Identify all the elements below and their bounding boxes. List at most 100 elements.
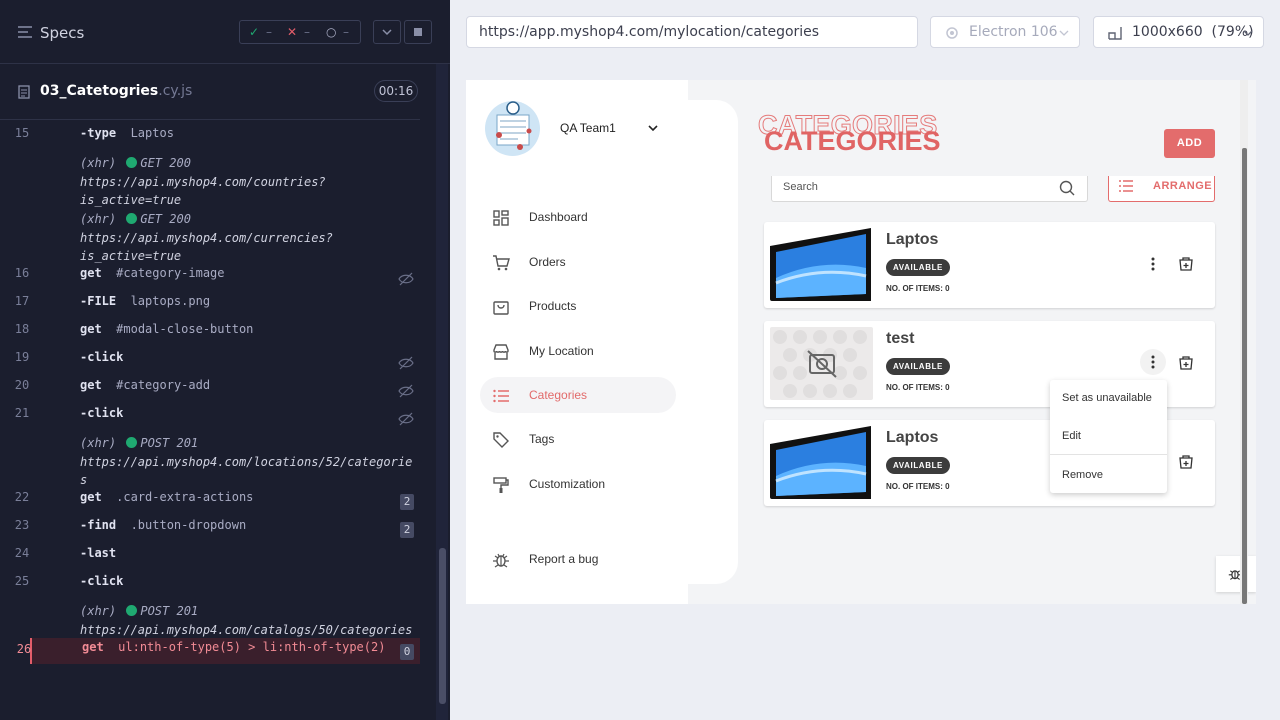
set-unavailable-option[interactable]: Set as unavailable [1062,392,1152,404]
expand-button[interactable] [373,20,401,44]
category-name: test [886,330,915,347]
xhr-row[interactable]: (xhr) POST 201 https://api.myshop4.com/lo… [30,434,420,490]
command-row[interactable]: 20 get #category-add [15,378,420,398]
add-to-cart-icon[interactable] [1178,355,1194,371]
chevron-down-icon[interactable] [648,124,658,132]
app-scrollbar-thumb[interactable] [1242,148,1247,604]
cart-icon [493,255,510,271]
bag-icon [493,301,509,315]
status-badge: AVAILABLE [886,259,950,276]
edit-option[interactable]: Edit [1062,430,1081,442]
command-row[interactable]: 17 -FILE laptops.png [15,294,420,314]
command-row[interactable]: 25 -click [15,574,420,594]
app-frame: QA Team1 Dashboard Orders Products My Lo… [466,80,1256,604]
url-bar[interactable]: https://app.myshop4.com/mylocation/categ… [466,16,918,48]
status-badge: AVAILABLE [886,358,950,375]
hidden-eye-icon [398,272,414,286]
command-row[interactable]: 23 -find .button-dropdown 2 [15,518,420,538]
arrange-button[interactable]: ARRANGE [1108,176,1215,202]
specs-title[interactable]: Specs [40,24,84,42]
viewport-select[interactable]: 1000x660 (79%) [1093,16,1264,48]
app-sidebar: QA Team1 Dashboard Orders Products My Lo… [466,80,688,604]
search-icon [1059,180,1075,196]
browser-select[interactable]: Electron 106 [930,16,1080,48]
count-badge: 0 [400,644,414,660]
passed-count: – [266,25,272,39]
spec-file-name[interactable]: 03_Catetogries.cy.js [40,83,192,99]
chevron-down-icon [382,29,392,36]
more-actions-button[interactable] [1140,349,1166,375]
failed-count: – [304,25,310,39]
viewport-icon [1108,27,1122,40]
report-bug-fab[interactable] [1216,556,1256,592]
command-row[interactable]: 16 get #category-image [15,266,420,286]
items-count: NO. OF ITEMS: 0 [886,383,950,392]
aut-panel: https://app.myshop4.com/mylocation/categ… [450,0,1280,720]
command-row[interactable]: 22 get .card-extra-actions 2 [15,490,420,510]
more-vertical-icon[interactable] [1146,256,1160,272]
card-actions-dropdown: Set as unavailable Edit Remove [1050,380,1167,493]
stop-icon [414,28,422,36]
dropdown-divider [1050,454,1167,455]
xhr-row[interactable]: (xhr) POST 201 https://api.myshop4.com/ca… [30,602,420,640]
stop-button[interactable] [404,20,432,44]
menu-icon[interactable] [18,26,32,38]
file-icon [18,85,30,99]
no-image-icon [773,330,867,398]
count-badge: 2 [400,522,414,538]
status-dot [126,213,138,224]
store-icon [493,344,509,360]
nav-dashboard[interactable]: Dashboard [480,199,676,235]
test-stats: ✓ – ✕ – ○ – [239,20,361,44]
xhr-row[interactable]: (xhr) GET 200 https://api.myshop4.com/cou… [30,154,420,210]
passed-icon: ✓ [249,25,260,39]
hidden-eye-icon [398,412,414,426]
status-dot [126,605,138,616]
failed-command-row[interactable]: 26 get ul:nth-of-type(5) > li:nth-of-typ… [17,638,420,664]
list-icon [493,389,509,403]
command-log: 15 -type Laptos (xhr) GET 200 https://api… [0,120,432,680]
dashboard-icon [493,210,509,226]
status-dot [126,157,138,168]
team-name[interactable]: QA Team1 [560,121,616,135]
category-image [770,228,873,301]
command-row[interactable]: 24 -last [15,546,420,566]
placeholder-image [770,327,873,400]
command-row[interactable]: 19 -click [15,350,420,370]
add-to-cart-icon[interactable] [1178,256,1194,272]
command-row[interactable]: 18 get #modal-close-button [15,322,420,342]
chevron-down-icon [1243,30,1253,36]
nav-customization[interactable]: Customization [480,466,676,502]
hidden-eye-icon [398,384,414,398]
category-card[interactable]: Laptos AVAILABLE NO. OF ITEMS: 0 [764,222,1215,308]
failed-icon: ✕ [287,25,298,39]
avatar[interactable] [485,101,540,156]
pending-icon: ○ [326,25,337,39]
paint-roller-icon [493,477,509,493]
category-name: Laptos [886,231,939,248]
nav-tags[interactable]: Tags [480,421,676,457]
log-scrollbar-thumb[interactable] [439,548,446,704]
add-button[interactable]: ADD [1164,129,1215,158]
status-dot [126,437,138,448]
command-row[interactable]: 21 -click [15,406,420,426]
spec-file-bar: 03_Catetogries.cy.js 00:16 [0,64,420,120]
nav-my-location[interactable]: My Location [480,333,676,369]
count-badge: 2 [400,494,414,510]
pending-count: – [343,25,349,39]
browser-icon [946,27,958,39]
hidden-eye-icon [398,356,414,370]
spec-duration: 00:16 [374,80,418,102]
category-name: Laptos [886,429,939,446]
xhr-row[interactable]: (xhr) GET 200 https://api.myshop4.com/cur… [30,210,420,266]
add-to-cart-icon[interactable] [1178,454,1194,470]
command-row[interactable]: 15 -type Laptos [15,126,420,146]
specs-header: Specs ✓ – ✕ – ○ – [0,0,450,64]
search-input[interactable]: Search [771,176,1088,202]
nav-products[interactable]: Products [480,288,676,324]
items-count: NO. OF ITEMS: 0 [886,284,950,293]
nav-orders[interactable]: Orders [480,244,676,280]
remove-option[interactable]: Remove [1062,469,1103,481]
nav-report-bug[interactable]: Report a bug [480,541,676,577]
nav-categories[interactable]: Categories [480,377,676,413]
